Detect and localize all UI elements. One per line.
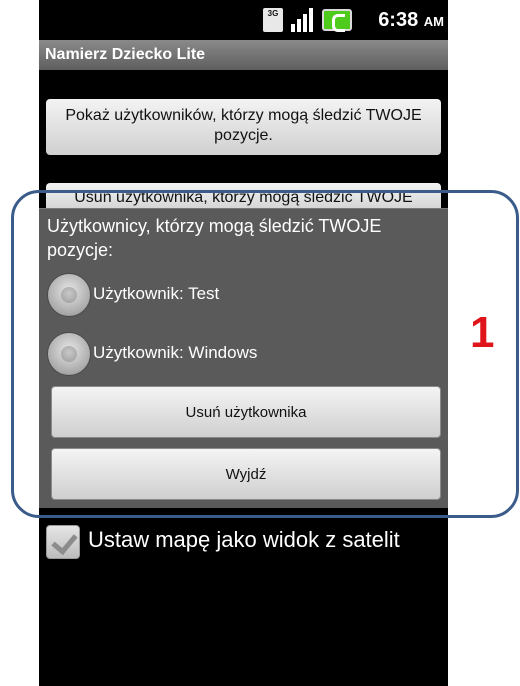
network-3g-icon: 3G (263, 8, 283, 32)
clock: 6:38 AM (378, 9, 444, 32)
annotation-marker: 1 (470, 308, 495, 357)
clock-ampm: AM (423, 14, 444, 29)
satellite-view-setting[interactable]: Ustaw mapę jako widok z satelit (46, 524, 441, 560)
show-users-button[interactable]: Pokaż użytkowników, którzy mogą śledzić … (46, 99, 441, 155)
satellite-checkbox-label: Ustaw mapę jako widok z satelit (88, 527, 400, 552)
clock-time: 6:38 (378, 9, 419, 31)
app-title-bar: Namierz Dziecko Lite (39, 40, 448, 70)
signal-bars-icon (291, 8, 315, 32)
status-bar: 3G 6:38 AM (39, 0, 448, 40)
battery-charging-icon (322, 9, 352, 32)
app-title: Namierz Dziecko Lite (45, 46, 206, 63)
annotation-outline (11, 190, 519, 518)
satellite-checkbox[interactable] (46, 525, 80, 559)
